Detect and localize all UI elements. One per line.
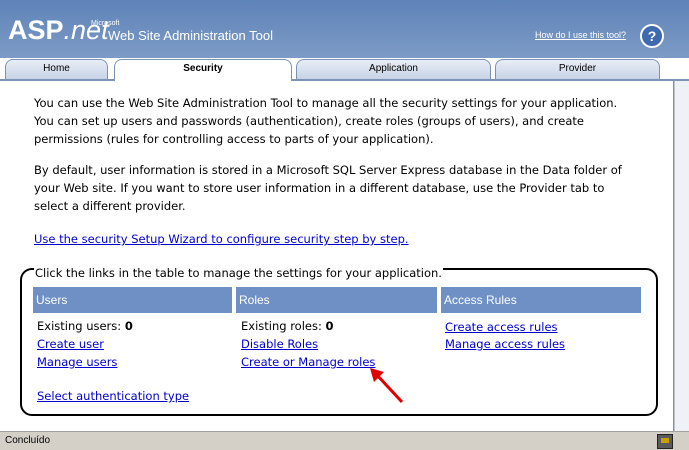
tab-application[interactable]: Application (296, 59, 491, 79)
help-link[interactable]: How do I use this tool? (535, 30, 626, 40)
header-bar: ASP.net Microsoft Web Site Administratio… (0, 0, 689, 58)
manage-access-rules-link[interactable]: Manage access rules (445, 337, 565, 351)
tab-security[interactable]: Security (114, 59, 292, 81)
create-access-rules-link[interactable]: Create access rules (445, 320, 558, 334)
tab-home[interactable]: Home (5, 59, 108, 79)
manage-users-link[interactable]: Manage users (37, 355, 117, 369)
asp-net-logo: ASP.net Microsoft (8, 15, 120, 45)
status-text: Concluído (5, 435, 51, 446)
red-arrow-icon (370, 368, 404, 404)
existing-roles-line: Existing roles: 0 (241, 319, 334, 333)
select-authentication-type-link[interactable]: Select authentication type (37, 389, 189, 403)
vertical-scrollbar[interactable] (674, 81, 689, 431)
question-icon[interactable]: ? (640, 24, 664, 48)
app-title: Web Site Administration Tool (108, 28, 273, 43)
access-rules-column-header: Access Rules (441, 287, 641, 313)
existing-users-label: Existing users: (37, 319, 122, 333)
arrow-shaft (374, 372, 404, 404)
roles-column-header: Roles (236, 287, 437, 313)
intro-paragraph: You can use the Web Site Administration … (34, 96, 618, 146)
existing-users-count: 0 (124, 319, 133, 333)
status-bar: Concluído (0, 431, 689, 450)
existing-users-line: Existing users: 0 (37, 319, 133, 333)
disable-roles-link[interactable]: Disable Roles (241, 337, 318, 351)
existing-roles-label: Existing roles: (241, 319, 322, 333)
table-intro-text: Click the links in the table to manage t… (34, 266, 443, 280)
tab-provider[interactable]: Provider (495, 59, 660, 79)
users-column-header: Users (33, 287, 232, 313)
create-user-link[interactable]: Create user (37, 337, 104, 351)
existing-roles-count: 0 (325, 319, 334, 333)
create-manage-roles-link[interactable]: Create or Manage roles (241, 355, 375, 369)
security-zone-icon (657, 434, 673, 449)
storage-info-paragraph: By default, user information is stored i… (34, 163, 622, 213)
security-wizard-link[interactable]: Use the security Setup Wizard to configu… (34, 232, 409, 246)
